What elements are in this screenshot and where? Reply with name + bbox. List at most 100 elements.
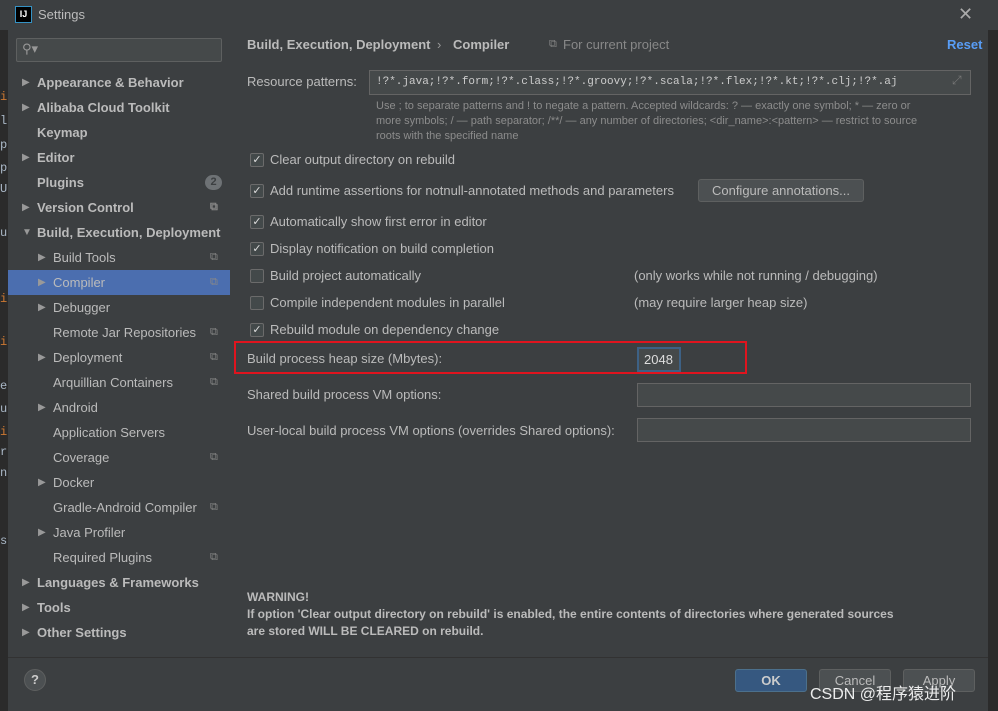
sidebar-item[interactable]: ▶ Version Control ⧉ [8,195,230,220]
project-scope-icon: ⧉ [210,376,218,388]
sidebar-item-label: Compiler [53,275,106,290]
checkbox[interactable]: ✓ [250,153,264,167]
checkbox-label[interactable]: Display notification on build completion [270,241,494,256]
project-scope-icon: ⧉ [210,201,218,213]
checkbox[interactable]: ✓ [250,242,264,256]
sidebar-item-label: Java Profiler [53,525,126,540]
chevron-right-icon[interactable]: ▶ [22,70,30,95]
checkbox[interactable] [250,269,264,283]
gutter-char: r [0,445,8,459]
project-scope-icon: ⧉ [210,551,218,563]
gutter-char: p [0,138,8,152]
sidebar-item[interactable]: ▶ Compiler ⧉ [8,270,230,295]
chevron-right-icon[interactable]: ▶ [38,520,46,545]
resource-patterns-input[interactable]: !?*.java;!?*.form;!?*.class;!?*.groovy;!… [369,70,971,95]
chevron-right-icon[interactable]: ▶ [22,595,30,620]
heap-size-input[interactable]: 2048 [637,347,681,372]
sidebar-item-label: Docker [53,475,95,490]
sidebar-item[interactable]: Arquillian Containers ⧉ [8,370,230,395]
sidebar-item[interactable]: ▶ Alibaba Cloud Toolkit [8,95,230,120]
sidebar-item-label: Languages & Frameworks [37,575,199,590]
project-scope-icon: ⧉ [210,451,218,463]
checkbox[interactable]: ✓ [250,215,264,229]
sidebar-item[interactable]: ▶ Deployment ⧉ [8,345,230,370]
sidebar-item[interactable]: ▶ Other Settings [8,620,230,645]
chevron-right-icon[interactable]: ▶ [22,145,30,170]
ok-button[interactable]: OK [735,669,807,692]
sidebar-item[interactable]: ▶ Docker [8,470,230,495]
chevron-right-icon[interactable]: ▶ [38,270,46,295]
gutter-char: n [0,466,8,480]
project-scope-icon: ⧉ [210,326,218,338]
chevron-right-icon[interactable]: ▶ [22,620,30,645]
window-title: Settings [38,7,85,22]
checkbox-label[interactable]: Add runtime assertions for notnull-annot… [270,183,674,198]
sidebar-item[interactable]: ▶ Tools [8,595,230,620]
checkbox-label[interactable]: Build project automatically [270,268,421,283]
help-button[interactable]: ? [24,669,46,691]
chevron-right-icon[interactable]: ▶ [38,345,46,370]
checkbox-label[interactable]: Automatically show first error in editor [270,214,487,229]
checkbox[interactable]: ✓ [250,184,264,198]
chevron-right-icon[interactable]: ▶ [38,470,46,495]
checkbox[interactable]: ✓ [250,323,264,337]
sidebar-item[interactable]: ▶ Editor [8,145,230,170]
chevron-right-icon[interactable]: ▶ [38,245,46,270]
sidebar-item[interactable]: ▶ Android [8,395,230,420]
sidebar-item[interactable]: ▶ Java Profiler [8,520,230,545]
sidebar-item-label: Application Servers [53,425,165,440]
user-vm-options-input[interactable] [637,418,971,442]
chevron-right-icon[interactable]: ▶ [22,570,30,595]
chevron-right-icon[interactable]: ▶ [38,395,46,420]
sidebar-item[interactable]: Gradle-Android Compiler ⧉ [8,495,230,520]
breadcrumb-separator-icon: › [437,37,442,52]
gutter-char: i [0,90,8,104]
sidebar-item[interactable]: Plugins 2 [8,170,230,195]
heap-size-value: 2048 [644,352,673,367]
chevron-down-icon[interactable]: ▼ [22,220,32,245]
sidebar-item[interactable]: Remote Jar Repositories ⧉ [8,320,230,345]
sidebar-item[interactable]: Coverage ⧉ [8,445,230,470]
sidebar-item[interactable]: ▼ Build, Execution, Deployment [8,220,230,245]
warning-text: are stored WILL BE CLEARED on rebuild. [247,624,484,638]
sidebar-item-label: Coverage [53,450,110,465]
reset-link[interactable]: Reset [947,37,982,52]
configure-annotations-button[interactable]: Configure annotations... [698,179,864,202]
sidebar-item-label: Deployment [53,350,123,365]
heap-size-label: Build process heap size (Mbytes): [247,351,443,366]
checkbox[interactable] [250,296,264,310]
breadcrumb-parent[interactable]: Build, Execution, Deployment [247,37,430,52]
gutter-char: l [0,114,8,128]
chevron-right-icon[interactable]: ▶ [38,295,46,320]
hint-line: more symbols; / — path separator; /**/ —… [376,115,918,127]
chevron-right-icon[interactable]: ▶ [22,95,30,120]
sidebar-item[interactable]: Required Plugins ⧉ [8,545,230,570]
chevron-right-icon[interactable]: ▶ [22,195,30,220]
project-scope-icon: ⧉ [549,38,557,50]
sidebar-item-label: Required Plugins [53,550,153,565]
scope-label: For current project [563,37,670,52]
shared-vm-options-input[interactable] [637,383,971,407]
sidebar-item-label: Android [53,400,98,415]
sidebar-item[interactable]: ▶ Build Tools ⧉ [8,245,230,270]
sidebar-item[interactable]: ▶ Appearance & Behavior [8,70,230,95]
hint-line: roots with the specified name [376,130,519,142]
gutter-char: i [0,425,8,439]
gutter-char: e [0,379,8,393]
sidebar-item[interactable]: ▶ Debugger [8,295,230,320]
gutter-char: U [0,182,8,196]
close-icon[interactable]: ✕ [958,4,973,25]
gutter-char: s [0,534,8,548]
settings-search-input[interactable]: ⚲▾ [16,38,222,62]
shared-vm-options-label: Shared build process VM options: [247,387,442,402]
sidebar-item[interactable]: Application Servers [8,420,230,445]
checkbox-label[interactable]: Rebuild module on dependency change [270,322,499,337]
expand-icon[interactable]: ⤢ [952,73,962,88]
sidebar-item[interactable]: Keymap [8,120,230,145]
sidebar-item-label: Build Tools [53,250,116,265]
checkbox-label[interactable]: Compile independent modules in parallel [270,295,505,310]
checkbox-label[interactable]: Clear output directory on rebuild [270,152,455,167]
updates-badge: 2 [205,175,222,190]
sidebar-item-label: Editor [37,150,75,165]
sidebar-item[interactable]: ▶ Languages & Frameworks [8,570,230,595]
